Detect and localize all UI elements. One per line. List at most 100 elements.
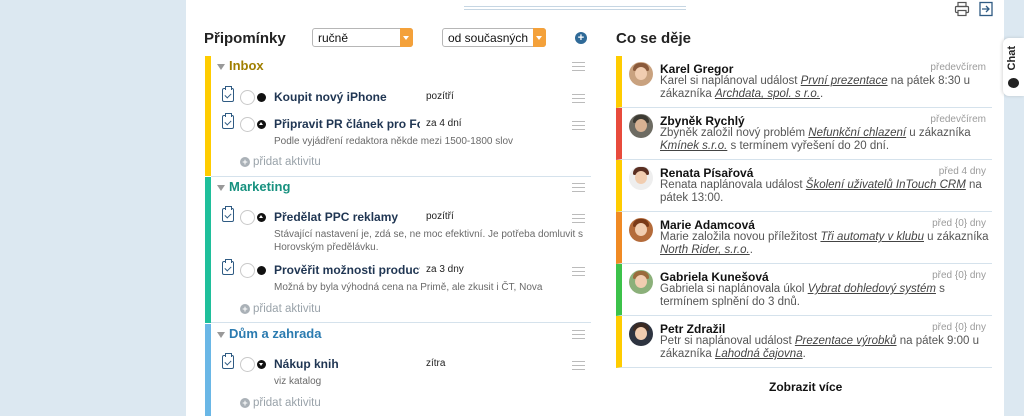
feed-link[interactable]: Tři automaty v klubu [820,231,924,243]
feed-link[interactable]: Prezentace výrobků [795,335,897,347]
avatar[interactable] [629,270,653,294]
avatar[interactable] [629,218,653,242]
filter-select[interactable]: od současných [442,28,546,47]
group-header[interactable]: Dům a zahrada [211,324,591,346]
clipboard-check-icon[interactable] [222,259,234,275]
menu-icon[interactable] [572,330,585,339]
feed-message: Petr si naplánoval událost Prezentace vý… [660,335,980,360]
avatar[interactable] [629,114,653,138]
activity-feed: Karel Gregor předevčírem Karel si naplán… [616,56,992,368]
customer-link[interactable]: Archdata, spol. s r.o. [715,88,820,100]
menu-icon[interactable] [572,183,585,192]
print-icon[interactable] [954,1,970,17]
feed-item: Gabriela Kunešová před {0} dny Gabriela … [616,264,992,316]
customer-link[interactable]: Lahodná čajovna [715,348,803,360]
feed-time: před {0} dny [932,322,986,333]
complete-checkbox[interactable] [240,210,255,225]
task-name[interactable]: Nákup knih [274,357,420,371]
task-item[interactable]: Nákup knih zítra viz katalog [211,353,591,389]
group-marketing: Marketing Předělat PPC reklamy pozítří S… [205,177,591,323]
add-activity-link[interactable]: + přidat aktivitu [240,156,321,168]
chat-label: Chat [1006,46,1018,71]
feed-author[interactable]: Renata Písařová [660,166,753,180]
group-name: Inbox [229,58,264,73]
chat-tab[interactable]: Chat [1003,38,1024,96]
group-name: Marketing [229,179,291,194]
task-item[interactable]: Prověřit možnosti product placementu za … [211,259,591,295]
collapse-icon[interactable] [217,185,225,191]
customer-link[interactable]: North Rider, s.r.o. [660,244,750,256]
chevron-down-icon [533,28,546,47]
task-item[interactable]: Předělat PPC reklamy pozítří Stávající n… [211,206,591,253]
feed-author[interactable]: Gabriela Kunešová [660,270,769,284]
feed-link[interactable]: Nefunkční chlazení [808,127,906,139]
drag-handle[interactable] [464,6,686,10]
task-description: viz katalog [274,376,322,387]
feed-author[interactable]: Karel Gregor [660,62,733,76]
priority-dot-icon [257,266,266,275]
task-name[interactable]: Koupit nový iPhone [274,90,420,104]
task-due: za 3 dny [426,264,464,275]
add-reminder-button[interactable]: + [575,32,587,44]
sort-select[interactable]: ručně [312,28,413,47]
group-header[interactable]: Marketing [211,177,591,199]
task-name[interactable]: Předělat PPC reklamy [274,210,420,224]
task-item[interactable]: Připravit PR článek pro Food za 4 dní Po… [211,113,591,149]
complete-checkbox[interactable] [240,117,255,132]
clipboard-check-icon[interactable] [222,113,234,129]
reminders-header: Připomínky ručně od současných + [204,28,590,50]
avatar[interactable] [629,62,653,86]
divider [211,322,591,323]
add-activity-link[interactable]: + přidat aktivitu [240,397,321,409]
plus-icon: + [240,304,250,314]
feed-link[interactable]: Školení uživatelů InTouch CRM [806,179,966,191]
group-header[interactable]: Inbox [211,56,591,78]
clipboard-check-icon[interactable] [222,86,234,102]
customer-link[interactable]: Kmínek s.r.o. [660,140,727,152]
menu-icon[interactable] [572,214,585,223]
menu-icon[interactable] [572,62,585,71]
show-more-button[interactable]: Zobrazit více [769,380,842,394]
complete-checkbox[interactable] [240,90,255,105]
task-due: pozítří [426,211,454,222]
clipboard-check-icon[interactable] [222,353,234,369]
add-activity-label: přidat aktivitu [253,397,321,409]
task-name[interactable]: Prověřit možnosti product placementu [274,263,420,277]
feed-message: Renata naplánovala událost Školení uživa… [660,179,982,204]
filter-select-value: od současných [448,31,529,45]
feed-time: před 4 dny [938,166,986,177]
group-dum-a-zahrada: Dům a zahrada Nákup knih zítra viz katal… [205,324,591,416]
feed-item: Marie Adamcová před {0} dny Marie založi… [616,212,992,264]
menu-icon[interactable] [572,267,585,276]
complete-checkbox[interactable] [240,263,255,278]
feed-item: Karel Gregor předevčírem Karel si naplán… [616,56,992,108]
collapse-icon[interactable] [217,332,225,338]
task-due: pozítří [426,91,454,102]
menu-icon[interactable] [572,121,585,130]
task-item[interactable]: Koupit nový iPhone pozítří [211,86,591,108]
feed-item: Renata Písařová před 4 dny Renata naplán… [616,160,992,212]
feed-author[interactable]: Petr Zdražil [660,322,725,336]
feed-author[interactable]: Zbyněk Rychlý [660,114,745,128]
feed-message: Marie založila novou příležitost Tři aut… [660,231,989,256]
feed-link[interactable]: První prezentace [801,75,888,87]
avatar[interactable] [629,322,653,346]
feed-item: Petr Zdražil před {0} dny Petr si naplán… [616,316,992,368]
logout-icon[interactable] [978,1,994,17]
add-activity-link[interactable]: + přidat aktivitu [240,303,321,315]
feed-link[interactable]: Vybrat dohledový systém [808,283,936,295]
menu-icon[interactable] [572,361,585,370]
group-inbox: Inbox Koupit nový iPhone pozítří Připrav… [205,56,591,177]
menu-icon[interactable] [572,94,585,103]
clipboard-check-icon[interactable] [222,206,234,222]
task-description: Možná by byla výhodná cena na Primě, ale… [274,282,543,293]
add-activity-label: přidat aktivitu [253,303,321,315]
reminders-title: Připomínky [204,30,286,47]
task-name[interactable]: Připravit PR článek pro Food [274,117,420,131]
chat-bubble-icon [1008,78,1019,88]
feed-author[interactable]: Marie Adamcová [660,218,755,232]
avatar[interactable] [629,166,653,190]
complete-checkbox[interactable] [240,357,255,372]
feed-message: Karel si naplánoval událost První prezen… [660,75,971,100]
collapse-icon[interactable] [217,64,225,70]
